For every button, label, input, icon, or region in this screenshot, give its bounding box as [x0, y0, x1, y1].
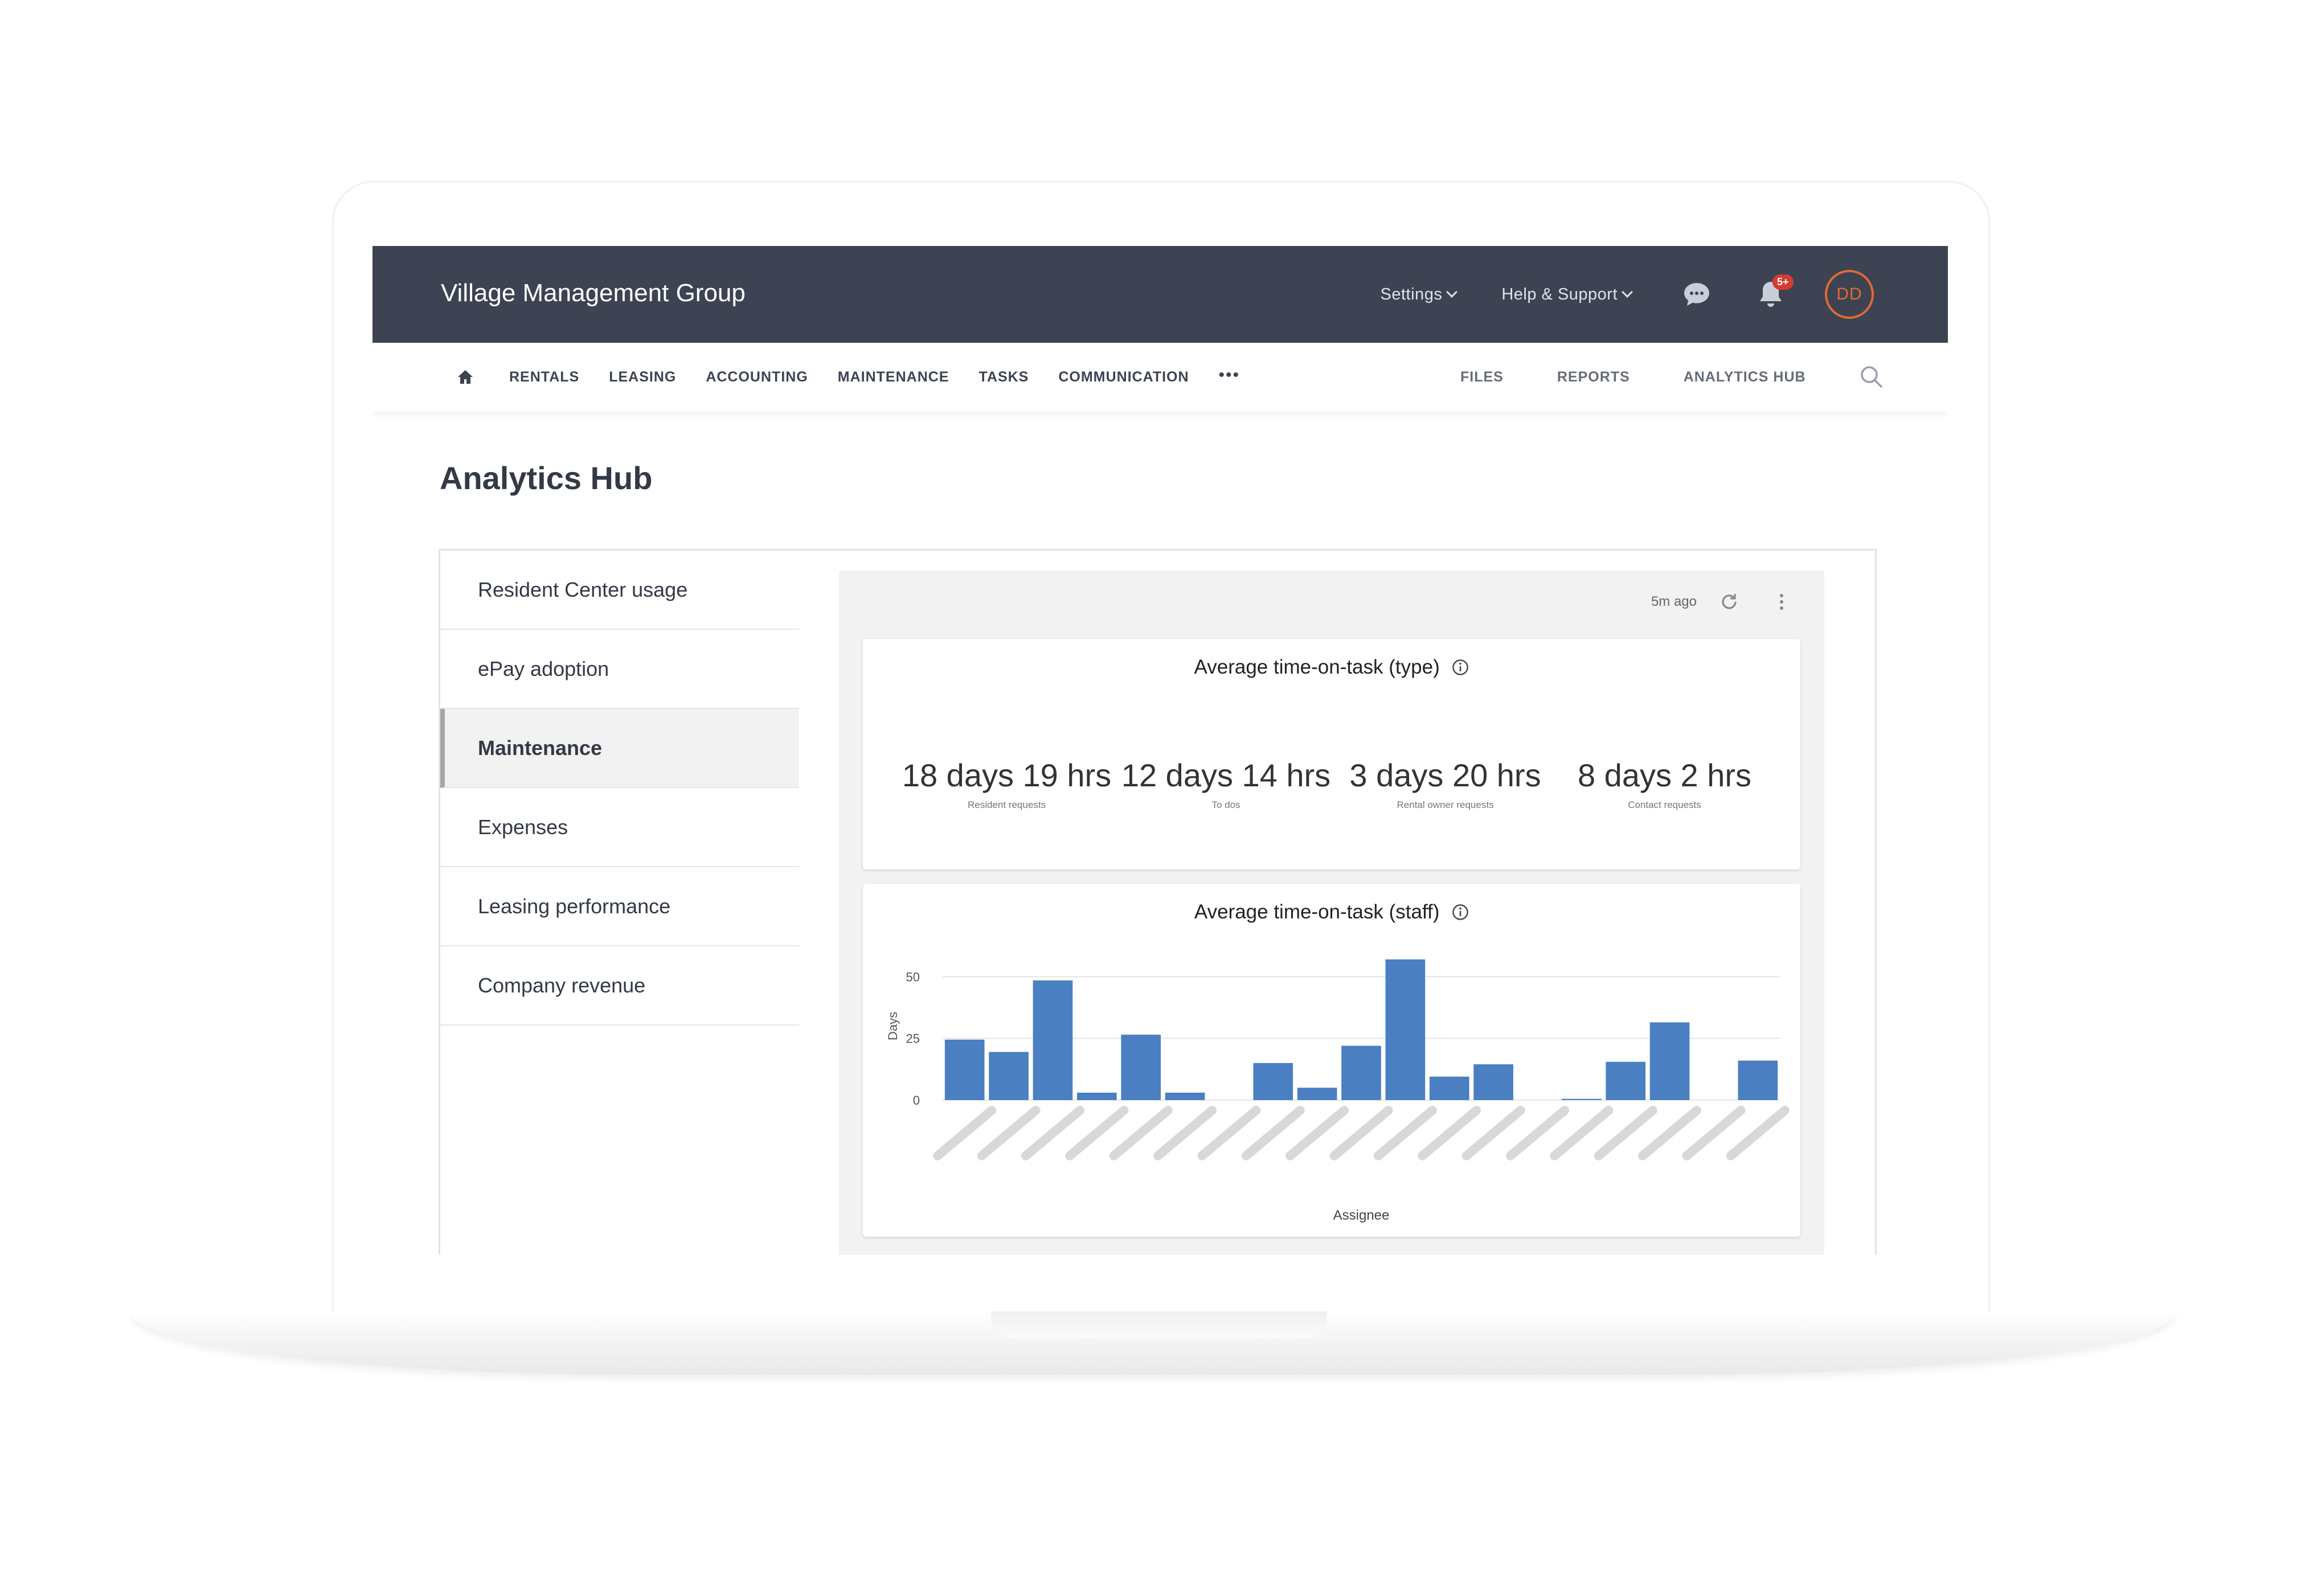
metric-value: 8 days 2 hrs: [1577, 757, 1752, 793]
type-time-card: Average time-on-task (type) 18 days 19 h…: [863, 639, 1800, 869]
nav-tasks[interactable]: TASKS: [979, 369, 1029, 385]
chevron-down-icon: [1446, 286, 1458, 298]
staff-bar-chart: 0 25 50 Days Assignee: [886, 959, 1790, 1223]
metric-to-dos: 12 days 14 hrs To dos: [1116, 713, 1336, 855]
secondary-nav: RENTALS LEASING ACCOUNTING MAINTENANCE T…: [372, 343, 1948, 411]
bar[interactable]: [1297, 1088, 1337, 1100]
x-axis-label: Assignee: [1333, 1208, 1390, 1223]
laptop-notch: [991, 1311, 1327, 1339]
metric-label: Contact requests: [1628, 799, 1701, 810]
last-updated: 5m ago: [1651, 594, 1697, 609]
metric-value: 18 days 19 hrs: [902, 757, 1112, 793]
menu-item-epay-adoption[interactable]: ePay adoption: [440, 630, 799, 709]
bar[interactable]: [1649, 1022, 1690, 1101]
kebab-menu-icon[interactable]: [1779, 592, 1784, 612]
menu-item-resident-center-usage[interactable]: Resident Center usage: [440, 551, 799, 630]
chevron-down-icon: [1622, 286, 1633, 298]
brand-name[interactable]: Village Management Group: [441, 279, 746, 307]
bar[interactable]: [1385, 959, 1426, 1100]
settings-label: Settings: [1380, 285, 1443, 303]
nav-reports[interactable]: REPORTS: [1557, 369, 1630, 385]
primary-sections: RENTALS LEASING ACCOUNTING MAINTENANCE T…: [457, 343, 1240, 411]
info-icon[interactable]: [1452, 659, 1469, 676]
bar[interactable]: [944, 1039, 985, 1100]
top-nav: Settings Help & Support 5+ DD: [1381, 246, 1874, 343]
bar[interactable]: [1076, 1093, 1117, 1100]
nav-rentals[interactable]: RENTALS: [509, 369, 579, 385]
menu-item-maintenance[interactable]: Maintenance: [440, 709, 799, 788]
metric-value: 3 days 20 hrs: [1349, 757, 1541, 793]
nav-accounting[interactable]: ACCOUNTING: [706, 369, 808, 385]
dashboard-content: 5m ago Average time-on-task (type) 18 da…: [839, 571, 1824, 1255]
bar[interactable]: [1165, 1093, 1205, 1100]
menu-item-expenses[interactable]: Expenses: [440, 788, 799, 867]
metric-rental-owner-requests: 3 days 20 hrs Rental owner requests: [1336, 713, 1555, 855]
report-menu: Resident Center usage ePay adoption Main…: [440, 551, 799, 1025]
more-menu-icon[interactable]: •••: [1219, 366, 1240, 385]
menu-item-company-revenue[interactable]: Company revenue: [440, 946, 799, 1025]
refresh-icon[interactable]: [1719, 592, 1739, 612]
chat-bubble-icon: [1684, 283, 1709, 306]
metric-resident-requests: 18 days 19 hrs Resident requests: [897, 713, 1116, 855]
y-tick-label: 0: [913, 1093, 920, 1107]
metric-label: Resident requests: [967, 799, 1046, 810]
staff-time-card: Average time-on-task (staff) 0 25 50 Days As…: [863, 884, 1800, 1237]
metric-value: 12 days 14 hrs: [1121, 757, 1331, 793]
metric-label: Rental owner requests: [1397, 799, 1494, 810]
type-metrics: 18 days 19 hrs Resident requests 12 days…: [897, 713, 1774, 855]
page-title: Analytics Hub: [440, 460, 653, 496]
nav-communication[interactable]: COMMUNICATION: [1058, 369, 1189, 385]
bar[interactable]: [1473, 1064, 1513, 1100]
help-support-menu[interactable]: Help & Support: [1501, 285, 1633, 304]
bar[interactable]: [989, 1052, 1029, 1101]
notification-badge: 5+: [1772, 274, 1794, 290]
app-screen: Village Management Group Settings Help &…: [372, 246, 1948, 1255]
bar[interactable]: [1121, 1035, 1161, 1100]
avatar[interactable]: DD: [1825, 270, 1874, 319]
y-tick-label: 50: [906, 970, 920, 984]
bar[interactable]: [1341, 1045, 1381, 1100]
nav-maintenance[interactable]: MAINTENANCE: [838, 369, 949, 385]
top-bar: Village Management Group Settings Help &…: [372, 246, 1948, 343]
settings-menu[interactable]: Settings: [1380, 285, 1458, 304]
bar[interactable]: [1562, 1098, 1602, 1100]
analytics-panel: Resident Center usage ePay adoption Main…: [439, 549, 1877, 1255]
y-axis-label: Days: [886, 1012, 900, 1040]
bar[interactable]: [1606, 1061, 1646, 1100]
type-card-title-text: Average time-on-task (type): [1194, 655, 1440, 678]
nav-files[interactable]: FILES: [1460, 369, 1504, 385]
menu-item-leasing-performance[interactable]: Leasing performance: [440, 867, 799, 946]
metric-contact-requests: 8 days 2 hrs Contact requests: [1555, 713, 1774, 855]
metric-label: To dos: [1211, 799, 1240, 810]
help-support-label: Help & Support: [1501, 285, 1618, 303]
y-tick-label: 25: [906, 1032, 920, 1046]
type-card-title: Average time-on-task (type): [863, 655, 1800, 679]
notifications-button[interactable]: 5+: [1751, 274, 1794, 314]
bar[interactable]: [1429, 1076, 1469, 1100]
search-icon[interactable]: [1860, 365, 1884, 389]
bar[interactable]: [1738, 1060, 1778, 1100]
bar[interactable]: [1253, 1063, 1293, 1100]
nav-analytics-hub[interactable]: ANALYTICS HUB: [1684, 369, 1806, 385]
bar[interactable]: [1033, 980, 1073, 1100]
chat-button[interactable]: [1677, 274, 1717, 314]
home-icon[interactable]: [457, 369, 474, 385]
dashboard-toolbar: 5m ago: [1651, 588, 1784, 616]
nav-leasing[interactable]: LEASING: [609, 369, 676, 385]
utility-sections: FILES REPORTS ANALYTICS HUB: [1460, 343, 1884, 411]
